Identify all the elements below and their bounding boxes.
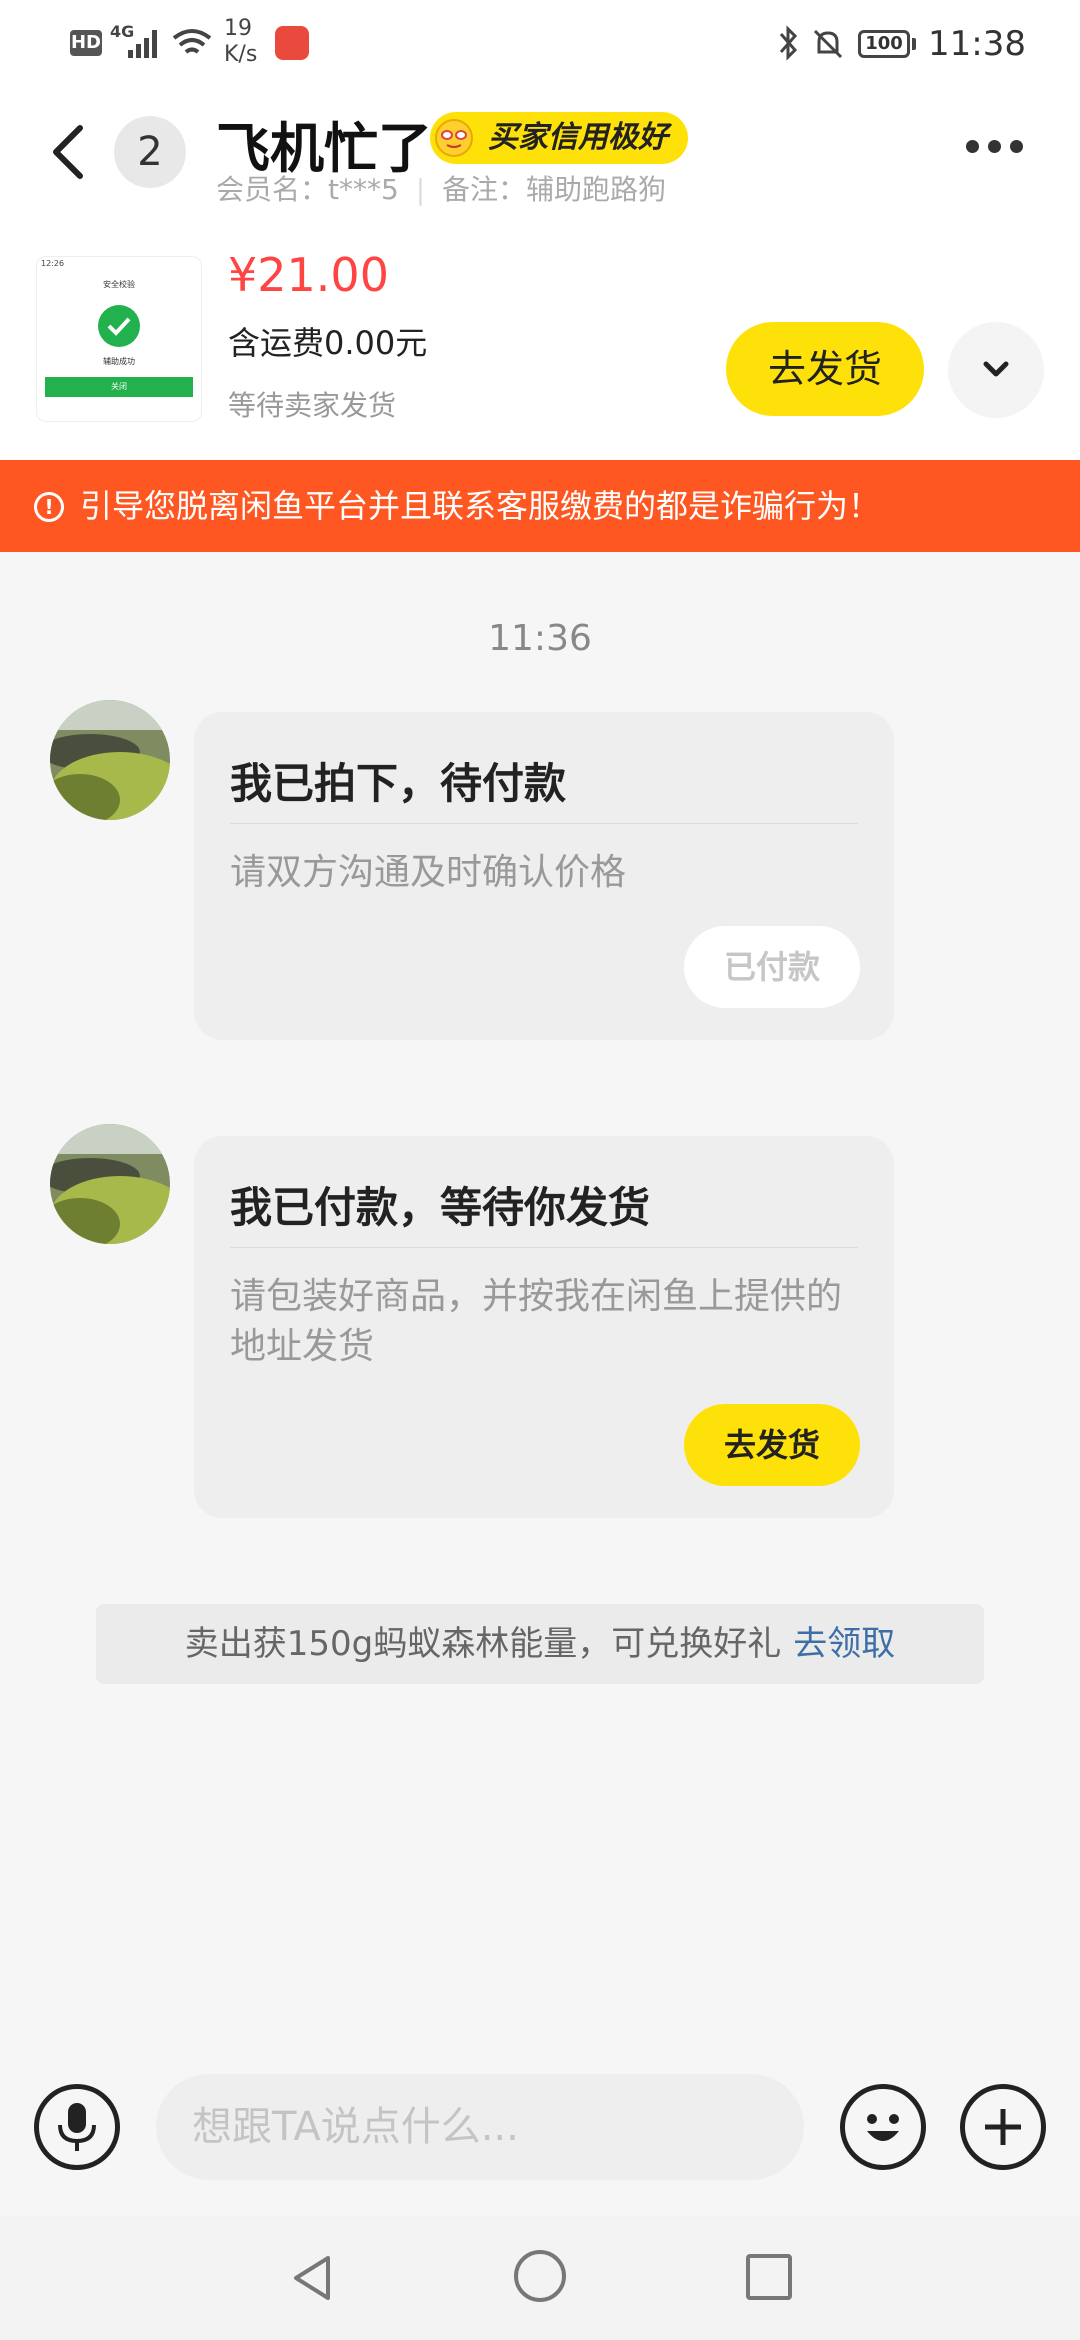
back-arrow-icon[interactable]	[40, 120, 104, 184]
mute-bell-icon	[813, 29, 843, 59]
alert-icon: !	[34, 492, 64, 522]
status-time: 11:38	[928, 24, 1026, 64]
battery-indicator: 100	[858, 30, 910, 58]
signal-icon	[128, 30, 157, 58]
message-title: 我已拍下，待付款	[230, 759, 567, 808]
card-divider	[230, 823, 858, 824]
ship-button[interactable]: 去发货	[726, 322, 924, 416]
network-speed: 19 K/s	[224, 16, 258, 67]
nav-recent-icon[interactable]	[746, 2254, 792, 2300]
emoji-button[interactable]	[840, 2084, 926, 2170]
success-check-icon	[98, 305, 140, 347]
divider: |	[415, 173, 426, 206]
fraud-warning-banner: 引导您脱离闲鱼平台并且联系客服缴费的都是诈骗行为！	[0, 460, 1080, 552]
plus-icon	[985, 2109, 1021, 2145]
paid-button[interactable]: 已付款	[684, 926, 860, 1008]
card-divider	[230, 1247, 858, 1248]
promo-text: 卖出获150g蚂蚁森林能量，可兑换好礼	[184, 1624, 782, 1664]
thumb-status-time: 12:26	[41, 259, 65, 268]
message-input[interactable]	[156, 2074, 804, 2180]
promo-banner: 卖出获150g蚂蚁森林能量，可兑换好礼 去领取	[96, 1604, 984, 1684]
voice-button[interactable]	[34, 2084, 120, 2170]
thumb-button: 关闭	[45, 377, 193, 397]
nav-back-icon[interactable]	[286, 2250, 342, 2306]
unread-count-badge[interactable]: 2	[114, 116, 186, 188]
more-icon[interactable]	[966, 138, 1036, 168]
avatar[interactable]	[50, 700, 170, 820]
wifi-icon	[172, 29, 212, 54]
ship-button[interactable]: 去发货	[684, 1404, 860, 1486]
nav-home-icon[interactable]	[514, 2250, 566, 2302]
message-card: 我已付款，等待你发货 请包装好商品，并按我在闲鱼上提供的地址发货 去发货	[194, 1136, 894, 1518]
order-price: ¥21.00	[228, 248, 389, 302]
mic-icon	[58, 2103, 96, 2151]
avatar-image	[50, 1124, 170, 1244]
hd-badge: HD	[70, 30, 102, 56]
battery-nub	[912, 38, 916, 50]
message-card: 我已拍下，待付款 请双方沟通及时确认价格 已付款	[194, 712, 894, 1040]
promo-link[interactable]: 去领取	[793, 1624, 895, 1664]
message-body: 请包装好商品，并按我在闲鱼上提供的地址发货	[230, 1276, 843, 1367]
emoji-icon	[867, 2114, 899, 2141]
app-notification-icon	[275, 26, 309, 60]
member-name: 会员名：t***5	[216, 173, 399, 206]
thumb-title: 安全校验	[103, 280, 135, 289]
chevron-down-icon	[983, 361, 1009, 377]
plus-button[interactable]	[960, 2084, 1046, 2170]
avatar[interactable]	[50, 1124, 170, 1244]
shipping-fee: 含运费0.00元	[228, 324, 428, 362]
smile-face-icon	[435, 119, 473, 157]
chat-timestamp: 11:36	[488, 618, 592, 659]
bluetooth-icon	[779, 25, 798, 61]
thumb-success-text: 辅助成功	[103, 357, 135, 366]
avatar-image	[50, 700, 170, 820]
order-status: 等待卖家发货	[228, 389, 397, 422]
member-note: 备注：辅助跑路狗	[442, 173, 667, 206]
expand-order-button[interactable]	[948, 322, 1044, 418]
message-title: 我已付款，等待你发货	[230, 1183, 651, 1232]
product-thumbnail[interactable]: 12:26 安全校验 辅助成功 关闭	[36, 256, 202, 422]
member-info: 会员名：t***5 | 备注：辅助跑路狗	[216, 168, 666, 208]
message-body: 请双方沟通及时确认价格	[230, 852, 627, 893]
